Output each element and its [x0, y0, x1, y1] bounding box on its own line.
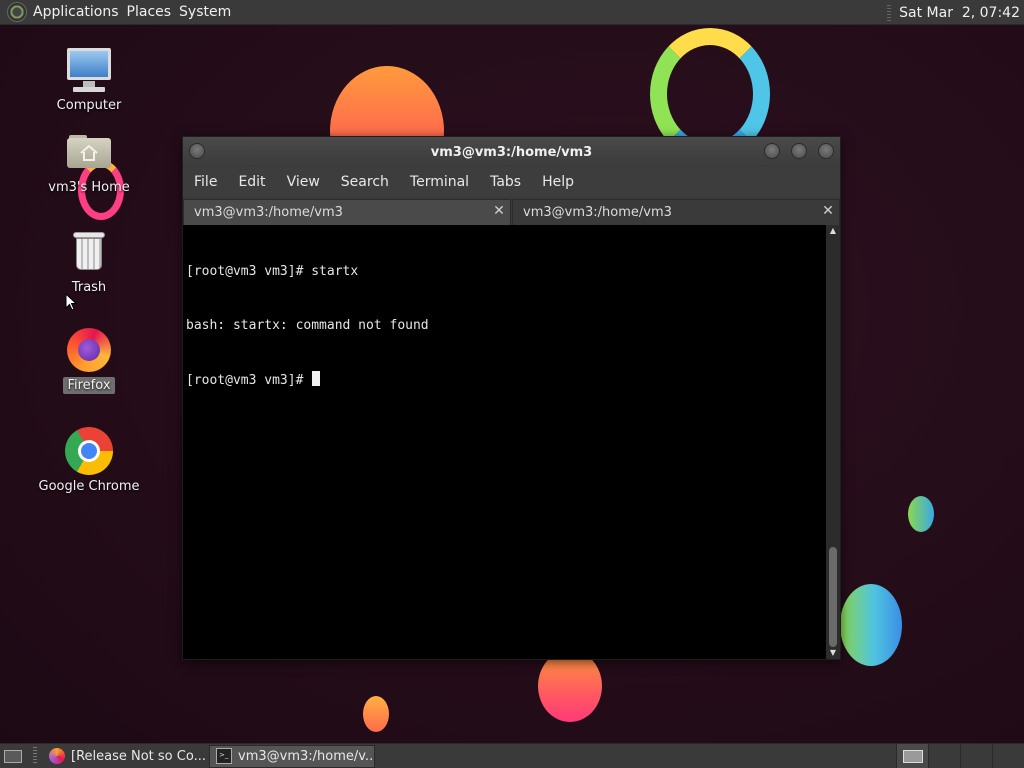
scroll-up-icon[interactable]: ▲ — [826, 225, 840, 237]
workspace-3[interactable] — [960, 744, 992, 768]
desktop-icon-trash[interactable]: Trash — [34, 228, 144, 295]
desktop-icon-label: Trash — [71, 280, 107, 295]
workspace-switcher — [896, 744, 1024, 768]
desktop-icon-label: Google Chrome — [38, 479, 140, 494]
firefox-icon — [65, 326, 113, 374]
terminal-window: vm3@vm3:/home/vm3 File Edit View Search … — [182, 136, 841, 660]
menu-help[interactable]: Help — [542, 174, 574, 190]
desktop-icon-firefox[interactable]: Firefox — [34, 326, 144, 394]
workspace-4[interactable] — [992, 744, 1024, 768]
top-panel: Applications Places System Sat Mar 2, 07… — [0, 0, 1024, 25]
menu-tabs[interactable]: Tabs — [490, 174, 521, 190]
wallpaper-shape — [840, 584, 902, 666]
desktop-icon-label: vm3's Home — [48, 180, 130, 195]
menu-view[interactable]: View — [287, 174, 320, 190]
window-title: vm3@vm3:/home/vm3 — [430, 144, 593, 160]
bottom-panel: [Release Not so Co... >_ vm3@vm3:/home/v… — [0, 743, 1024, 768]
wallpaper-shape — [908, 496, 934, 532]
menu-file[interactable]: File — [194, 174, 217, 190]
home-folder-icon — [65, 128, 113, 176]
top-panel-right: Sat Mar 2, 07:42 — [887, 0, 1020, 25]
trash-icon — [65, 228, 113, 276]
wallpaper-shape — [538, 650, 602, 722]
workspace-1[interactable] — [896, 744, 928, 768]
terminal-tabbar: vm3@vm3:/home/vm3 ✕ vm3@vm3:/home/vm3 ✕ — [183, 197, 840, 225]
window-titlebar[interactable]: vm3@vm3:/home/vm3 — [183, 137, 840, 167]
menu-places[interactable]: Places — [127, 4, 180, 20]
clock[interactable]: Sat Mar 2, 07:42 — [899, 5, 1020, 21]
menu-system[interactable]: System — [179, 4, 239, 20]
text-cursor — [312, 371, 321, 386]
mouse-pointer-icon — [65, 293, 77, 311]
panel-grip[interactable] — [33, 747, 37, 765]
desktop-icon-chrome[interactable]: Google Chrome — [34, 427, 144, 494]
desktop-icon-home[interactable]: vm3's Home — [34, 128, 144, 195]
workspace-2[interactable] — [928, 744, 960, 768]
terminal-tab-1[interactable]: vm3@vm3:/home/vm3 ✕ — [183, 199, 511, 225]
terminal-line: [root@vm3 vm3]# startx — [186, 264, 359, 279]
maximize-button[interactable] — [791, 143, 807, 159]
menu-terminal[interactable]: Terminal — [410, 174, 469, 190]
minimize-button[interactable] — [764, 143, 780, 159]
terminal-tab-2[interactable]: vm3@vm3:/home/vm3 ✕ — [512, 199, 840, 225]
taskbar-item-firefox[interactable]: [Release Not so Co... — [43, 745, 207, 768]
scroll-down-icon[interactable]: ▼ — [826, 647, 840, 659]
menu-applications[interactable]: Applications — [33, 4, 127, 20]
tab-label: vm3@vm3:/home/vm3 — [523, 205, 672, 220]
terminal-line: bash: startx: command not found — [186, 318, 429, 333]
firefox-icon — [49, 748, 65, 764]
terminal-icon: >_ — [216, 748, 232, 764]
tab-label: vm3@vm3:/home/vm3 — [194, 205, 343, 220]
computer-icon — [65, 46, 113, 94]
show-desktop-button[interactable] — [3, 748, 25, 764]
terminal-menubar: File Edit View Search Terminal Tabs Help — [183, 167, 840, 197]
menu-search[interactable]: Search — [341, 174, 389, 190]
desktop-icon-label: Computer — [56, 98, 122, 113]
menu-edit[interactable]: Edit — [238, 174, 265, 190]
tab-close-icon[interactable]: ✕ — [492, 203, 506, 219]
taskbar-item-label: [Release Not so Co... — [71, 748, 206, 764]
terminal-output[interactable]: [root@vm3 vm3]# startx bash: startx: com… — [183, 225, 826, 659]
taskbar-item-label: vm3@vm3:/home/v... — [238, 748, 375, 764]
window-menu-button[interactable] — [189, 143, 205, 159]
tab-close-icon[interactable]: ✕ — [821, 203, 835, 219]
taskbar-item-terminal[interactable]: >_ vm3@vm3:/home/v... — [209, 744, 375, 768]
scrollbar-thumb[interactable] — [829, 547, 837, 647]
wallpaper-shape — [363, 696, 389, 732]
terminal-line: [root@vm3 vm3]# — [186, 373, 312, 388]
chrome-icon — [65, 427, 113, 475]
show-desktop-icon — [4, 750, 22, 763]
close-button[interactable] — [818, 143, 834, 159]
terminal-scrollbar[interactable]: ▲ ▼ — [826, 225, 840, 659]
desktop-icon-computer[interactable]: Computer — [34, 46, 144, 113]
distro-logo-icon[interactable] — [7, 2, 27, 22]
panel-grip[interactable] — [887, 4, 892, 21]
desktop-icon-label: Firefox — [63, 377, 115, 394]
